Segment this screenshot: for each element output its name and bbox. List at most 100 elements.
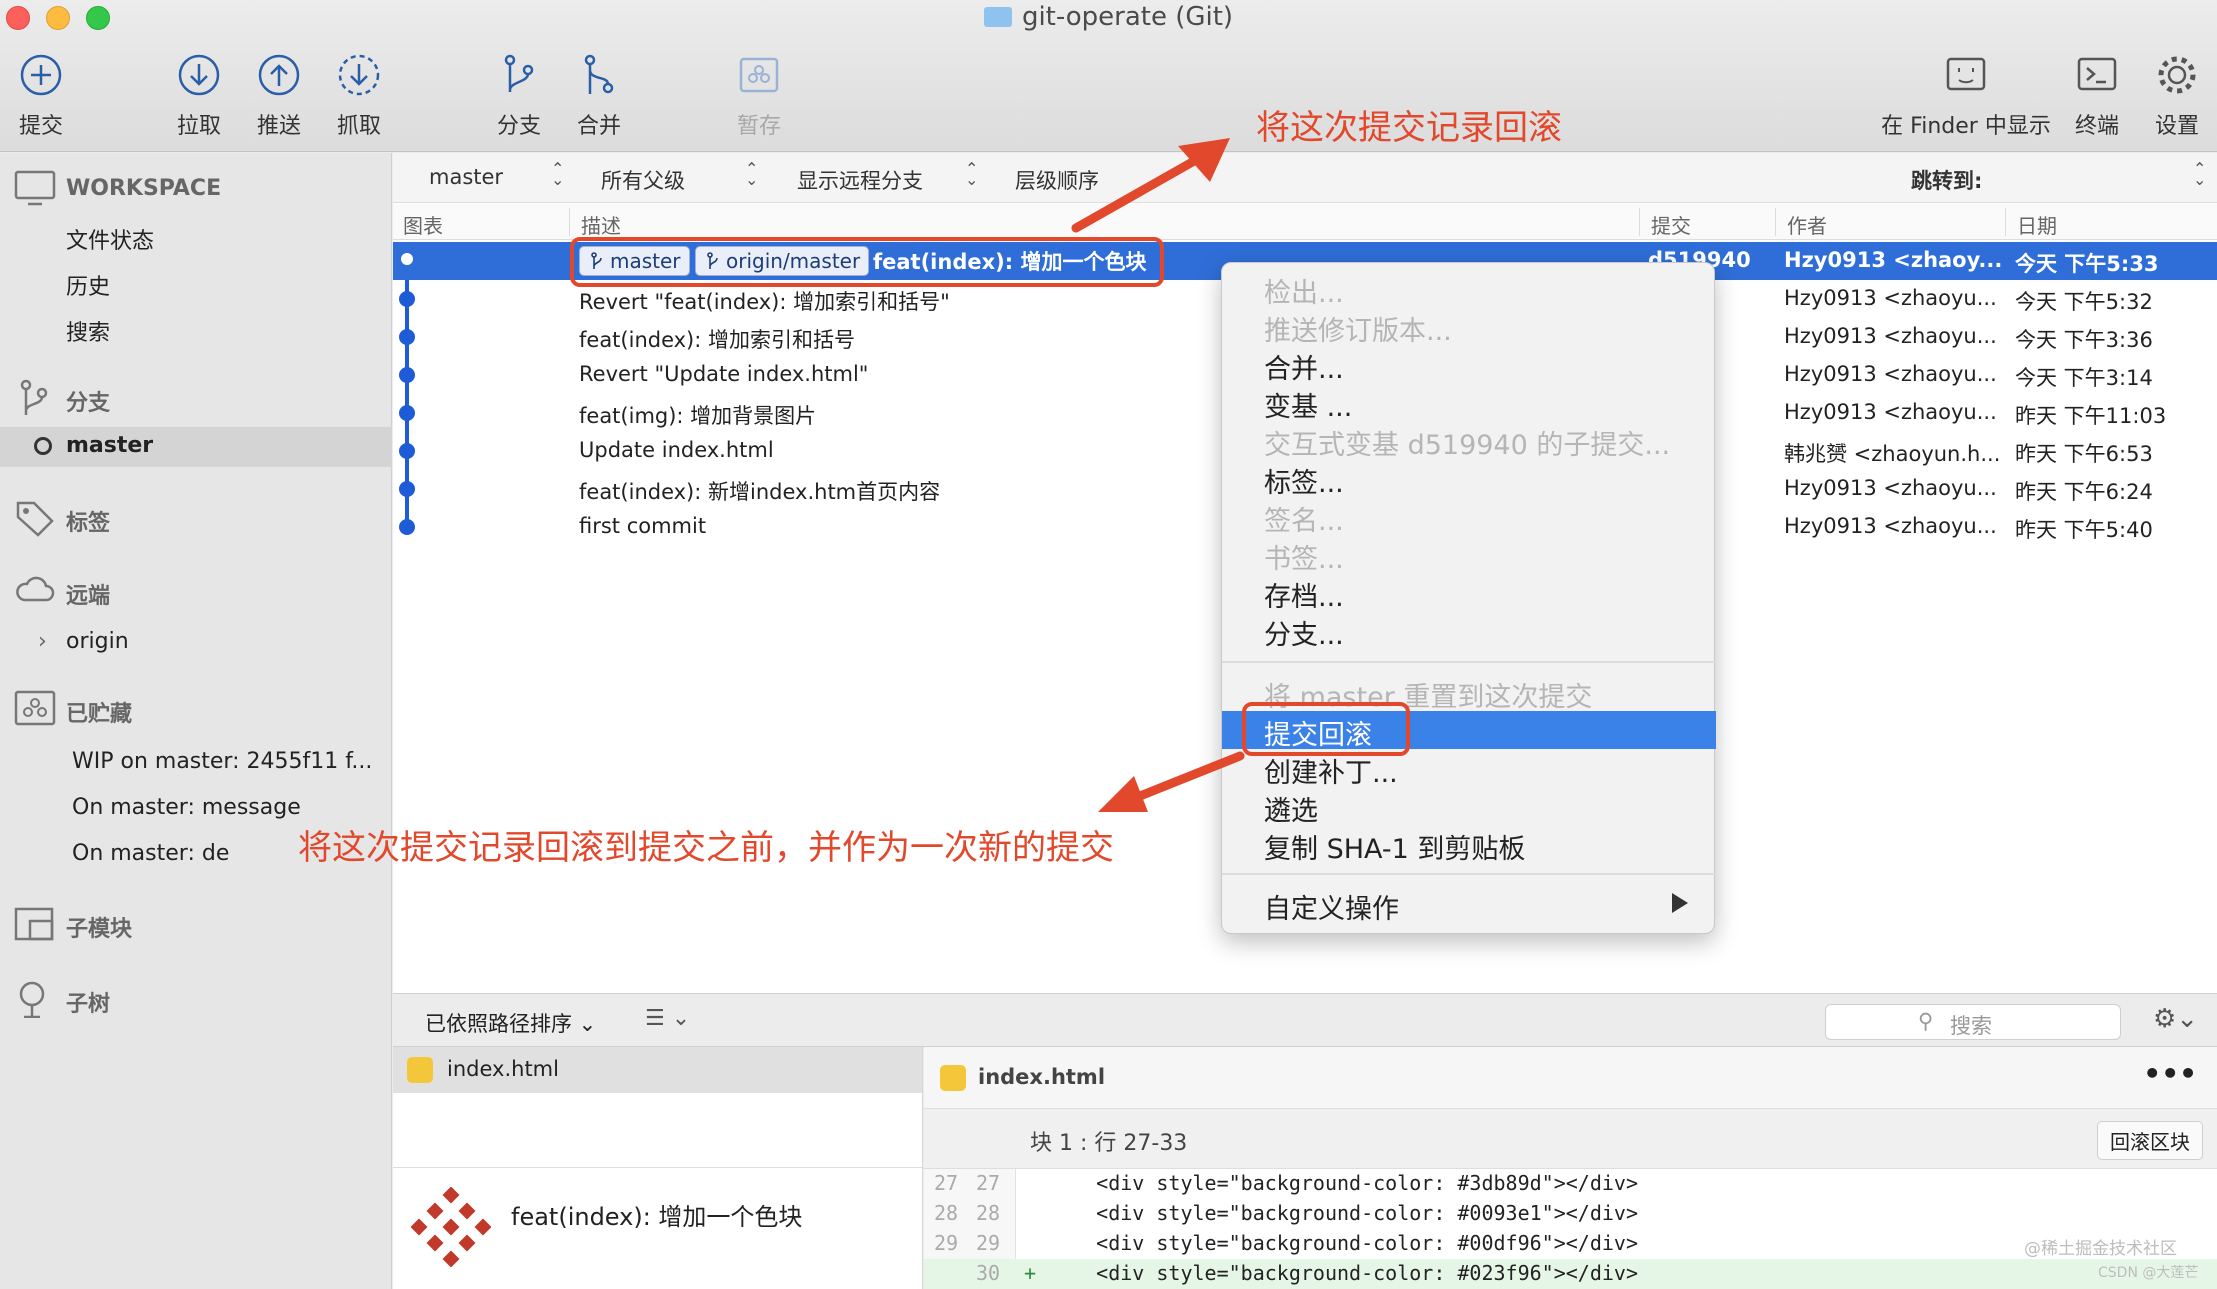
menu-item-branch[interactable]: 分支... bbox=[1222, 611, 1716, 651]
annotation-arrow bbox=[1071, 138, 1230, 233]
menu-item-merge[interactable]: 合并... bbox=[1222, 345, 1716, 385]
column-divider[interactable] bbox=[569, 208, 570, 236]
stash-button[interactable]: 暂存 bbox=[732, 52, 786, 140]
changed-files-pane: index.html feat(index): 增加一个色块 bbox=[393, 1047, 923, 1289]
file-search-input[interactable]: ⚲ 搜索 bbox=[1825, 1004, 2121, 1040]
file-list-toolbar: 已依照路径排序 ⌄ ☰ ⌄ ⚲ 搜索 ⚙⌄ bbox=[393, 993, 2217, 1047]
column-divider[interactable] bbox=[1639, 208, 1640, 236]
sidebar-item-history[interactable]: 历史 bbox=[0, 269, 392, 305]
show-in-finder-button[interactable]: 在 Finder 中显示 bbox=[1876, 52, 2056, 140]
column-divider[interactable] bbox=[1775, 208, 1776, 236]
tree-icon bbox=[19, 981, 45, 1018]
terminal-icon bbox=[2077, 57, 2117, 91]
sidebar-item-master[interactable]: master bbox=[0, 427, 392, 467]
annotation-arrow bbox=[1098, 751, 1245, 812]
fetch-button[interactable]: 抓取 bbox=[332, 52, 386, 140]
column-author[interactable]: 作者 bbox=[1787, 210, 1827, 239]
chevron-right-icon[interactable]: › bbox=[38, 629, 47, 654]
hunk-header: 块 1 : 行 27-33 回滚区块 bbox=[924, 1109, 2217, 1169]
divider bbox=[393, 1167, 922, 1168]
window-title: git-operate (Git) bbox=[0, 2, 2217, 32]
push-button[interactable]: 推送 bbox=[252, 52, 306, 140]
sidebar-section-stashes[interactable]: 已贮藏 bbox=[0, 690, 392, 732]
menu-item-rebase[interactable]: 变基 ... bbox=[1222, 383, 1716, 423]
remote-branches-select[interactable]: 显示远程分支 bbox=[797, 165, 977, 195]
sidebar-item-file-status[interactable]: 文件状态 bbox=[0, 223, 392, 259]
menu-item-bookmark[interactable]: 书签... bbox=[1222, 535, 1716, 575]
watermark: @稀土掘金技术社区 bbox=[2024, 1239, 2177, 1259]
parents-filter-select[interactable]: 所有父级 bbox=[601, 165, 761, 195]
stash-box-icon bbox=[14, 690, 56, 726]
monitor-icon bbox=[14, 170, 56, 206]
menu-item-checkout[interactable]: 检出... bbox=[1222, 269, 1716, 309]
commit-button[interactable]: 提交 bbox=[14, 52, 68, 140]
sidebar-section-submodules[interactable]: 子模块 bbox=[0, 907, 392, 947]
sidebar-section-subtrees[interactable]: 子树 bbox=[0, 981, 392, 1022]
search-icon: ⚲ bbox=[1918, 1009, 1934, 1033]
menu-item-sign[interactable]: 签名... bbox=[1222, 497, 1716, 537]
menu-item-custom-actions[interactable]: 自定义操作 bbox=[1222, 885, 1716, 925]
file-list-item[interactable]: index.html bbox=[393, 1047, 922, 1093]
arrow-down-circle-icon bbox=[178, 54, 220, 96]
merge-icon bbox=[584, 54, 614, 94]
list-view-options-icon[interactable]: ☰ ⌄ bbox=[645, 1006, 690, 1031]
jump-to-label: 跳转到: bbox=[1911, 169, 1983, 193]
column-description[interactable]: 描述 bbox=[581, 210, 621, 239]
updown-icon: ⌃ ⌄ bbox=[551, 159, 565, 189]
file-icon bbox=[940, 1065, 966, 1091]
sidebar: WORKSPACE 文件状态 历史 搜索 分支 master 标签 远端 › o… bbox=[0, 153, 392, 1289]
sidebar-section-tags[interactable]: 标签 bbox=[0, 501, 392, 541]
plus-circle-icon bbox=[20, 54, 62, 96]
file-icon bbox=[407, 1057, 433, 1083]
column-graph[interactable]: 图表 bbox=[403, 210, 443, 239]
column-commit[interactable]: 提交 bbox=[1651, 210, 1691, 239]
menu-item-copy-sha[interactable]: 复制 SHA-1 到剪贴板 bbox=[1222, 825, 1716, 865]
menu-item-interactive-rebase[interactable]: 交互式变基 d519940 的子提交... bbox=[1222, 421, 1716, 461]
gear-icon bbox=[2158, 56, 2196, 94]
diff-file-header: index.html ••• bbox=[924, 1047, 2217, 1109]
submodule-icon bbox=[14, 907, 54, 941]
sort-by-path-select[interactable]: 已依照路径排序 ⌄ bbox=[425, 1008, 596, 1038]
tag-icon bbox=[16, 501, 54, 537]
fetch-circle-icon bbox=[338, 54, 380, 96]
branch-button[interactable]: 分支 bbox=[492, 52, 546, 140]
watermark: CSDN @大莲芒 bbox=[2098, 1265, 2199, 1281]
updown-icon: ⌃ ⌄ bbox=[745, 159, 759, 189]
finder-icon bbox=[1946, 57, 1986, 91]
more-options-icon[interactable]: ••• bbox=[2143, 1057, 2197, 1090]
settings-button[interactable]: 设置 bbox=[2150, 52, 2204, 140]
folder-icon bbox=[983, 7, 1012, 27]
menu-separator bbox=[1222, 661, 1716, 663]
pull-button[interactable]: 拉取 bbox=[172, 52, 226, 140]
merge-button[interactable]: 合并 bbox=[572, 52, 626, 140]
context-menu: 检出... 推送修订版本... 合并... 变基 ... 交互式变基 d5199… bbox=[1221, 262, 1716, 934]
sidebar-item-stash[interactable]: WIP on master: 2455f11 f... bbox=[0, 749, 392, 785]
sidebar-section-branches[interactable]: 分支 bbox=[0, 379, 392, 421]
menu-item-cherry-pick[interactable]: 遴选 bbox=[1222, 787, 1716, 827]
filter-bar: master ⌃ ⌄ 所有父级 ⌃ ⌄ 显示远程分支 ⌃ ⌄ 层级顺序 跳转到: ⌃ ⌄ bbox=[393, 153, 2217, 203]
sidebar-section-workspace: WORKSPACE bbox=[0, 170, 392, 212]
diff-line: 28 28 <div style="background-color: #009… bbox=[934, 1201, 1639, 1225]
column-divider[interactable] bbox=[2005, 208, 2006, 236]
annotation-highlight-box bbox=[570, 237, 1164, 287]
arrow-up-circle-icon bbox=[258, 54, 300, 96]
menu-item-push-revision[interactable]: 推送修订版本... bbox=[1222, 307, 1716, 347]
jump-to-select[interactable]: ⌃ ⌄ bbox=[2193, 161, 2206, 188]
menu-item-tag[interactable]: 标签... bbox=[1222, 459, 1716, 499]
branch-icon bbox=[504, 54, 534, 92]
branch-icon bbox=[20, 379, 48, 415]
revert-hunk-button[interactable]: 回滚区块 bbox=[2097, 1121, 2203, 1160]
sidebar-item-search[interactable]: 搜索 bbox=[0, 315, 392, 351]
sidebar-item-origin[interactable]: › origin bbox=[0, 629, 392, 665]
sidebar-section-remotes[interactable]: 远端 bbox=[0, 576, 392, 614]
menu-item-archive[interactable]: 存档... bbox=[1222, 573, 1716, 613]
branch-filter-select[interactable]: master bbox=[429, 165, 569, 189]
commit-summary: feat(index): 增加一个色块 bbox=[511, 1203, 803, 1231]
column-date[interactable]: 日期 bbox=[2017, 210, 2057, 239]
terminal-button[interactable]: 终端 bbox=[2070, 52, 2124, 140]
cloud-icon bbox=[16, 576, 55, 602]
submenu-arrow-icon bbox=[1672, 893, 1688, 913]
annotation-text-top: 将这次提交记录回滚 bbox=[1256, 108, 1562, 148]
gear-icon[interactable]: ⚙⌄ bbox=[2153, 1004, 2198, 1034]
diff-line-added: 30 + <div style="background-color: #023f… bbox=[924, 1259, 2217, 1289]
